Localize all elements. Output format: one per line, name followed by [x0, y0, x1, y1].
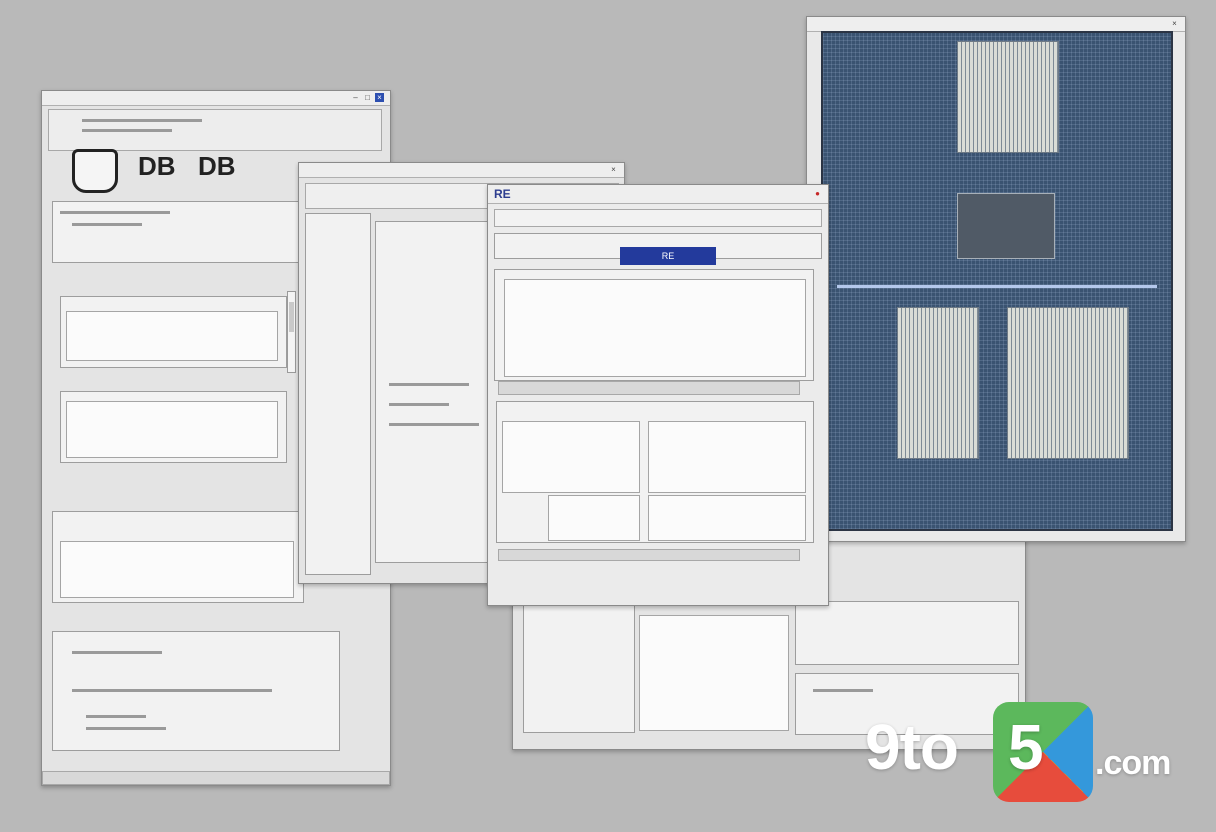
site-logo: 9to 5 .com: [865, 700, 1205, 810]
second-hint-line: [389, 423, 479, 426]
lower-right-pane[interactable]: [648, 421, 806, 493]
option-hint-line: [72, 651, 162, 654]
active-tab-label: RE: [661, 251, 675, 261]
option-hint-line: [72, 689, 272, 692]
component-block: [957, 41, 1059, 153]
app-logo-icon: [72, 149, 118, 193]
bottom-panel-left: [523, 605, 635, 733]
processor-chip: [957, 193, 1055, 259]
list-box-3[interactable]: [60, 541, 294, 598]
list-box-2[interactable]: [66, 401, 278, 458]
left-window-titlebar[interactable]: [42, 91, 390, 106]
bus-line: [837, 285, 1157, 288]
panel-hint-line: [72, 223, 142, 226]
preview-pane[interactable]: [504, 279, 806, 377]
maximize-icon[interactable]: □: [363, 93, 372, 102]
close-icon[interactable]: ×: [1170, 19, 1179, 28]
lower-left-pane-2[interactable]: [548, 495, 640, 541]
close-icon[interactable]: ×: [609, 165, 618, 174]
logo-text-a: DB: [138, 151, 176, 181]
list-box-1[interactable]: [66, 311, 278, 361]
option-hint-line: [86, 715, 146, 718]
second-hint-line: [389, 403, 449, 406]
bottom-panel-middle[interactable]: [639, 615, 789, 731]
component-block: [897, 307, 979, 459]
bottom-hint-line: [813, 689, 873, 692]
board-window-titlebar[interactable]: [807, 17, 1185, 32]
logo-text-prefix: 9to: [865, 711, 959, 783]
active-tab[interactable]: RE: [620, 247, 716, 265]
board-window[interactable]: ×: [806, 16, 1186, 542]
front-statusbar: [498, 549, 800, 561]
second-sidepanel: [305, 213, 371, 575]
front-options-strip: [498, 381, 800, 395]
close-icon[interactable]: ×: [375, 93, 384, 102]
front-tabbar: [494, 209, 822, 227]
window-title: RE: [494, 187, 511, 201]
second-window-titlebar[interactable]: [299, 163, 624, 178]
bottom-panel-right: [795, 601, 1019, 665]
toolbar-hint-line: [82, 129, 172, 132]
lower-right-pane-2[interactable]: [648, 495, 806, 541]
logo-text-b: DB: [198, 151, 236, 181]
second-hint-line: [389, 383, 469, 386]
logo-text-suffix: .com: [1095, 744, 1171, 782]
scrollbar[interactable]: [287, 291, 296, 373]
front-window[interactable]: RE ● RE: [487, 184, 829, 606]
component-block: [1007, 307, 1129, 459]
option-hint-line: [86, 727, 166, 730]
left-statusbar: [42, 771, 390, 785]
close-icon[interactable]: ●: [813, 189, 822, 198]
lower-left-pane[interactable]: [502, 421, 640, 493]
toolbar-hint-line: [82, 119, 202, 122]
minimize-icon[interactable]: –: [351, 93, 360, 102]
front-window-titlebar[interactable]: RE: [488, 185, 828, 204]
panel-hint-line: [60, 211, 170, 214]
logo-text-digit: 5: [1008, 711, 1044, 783]
